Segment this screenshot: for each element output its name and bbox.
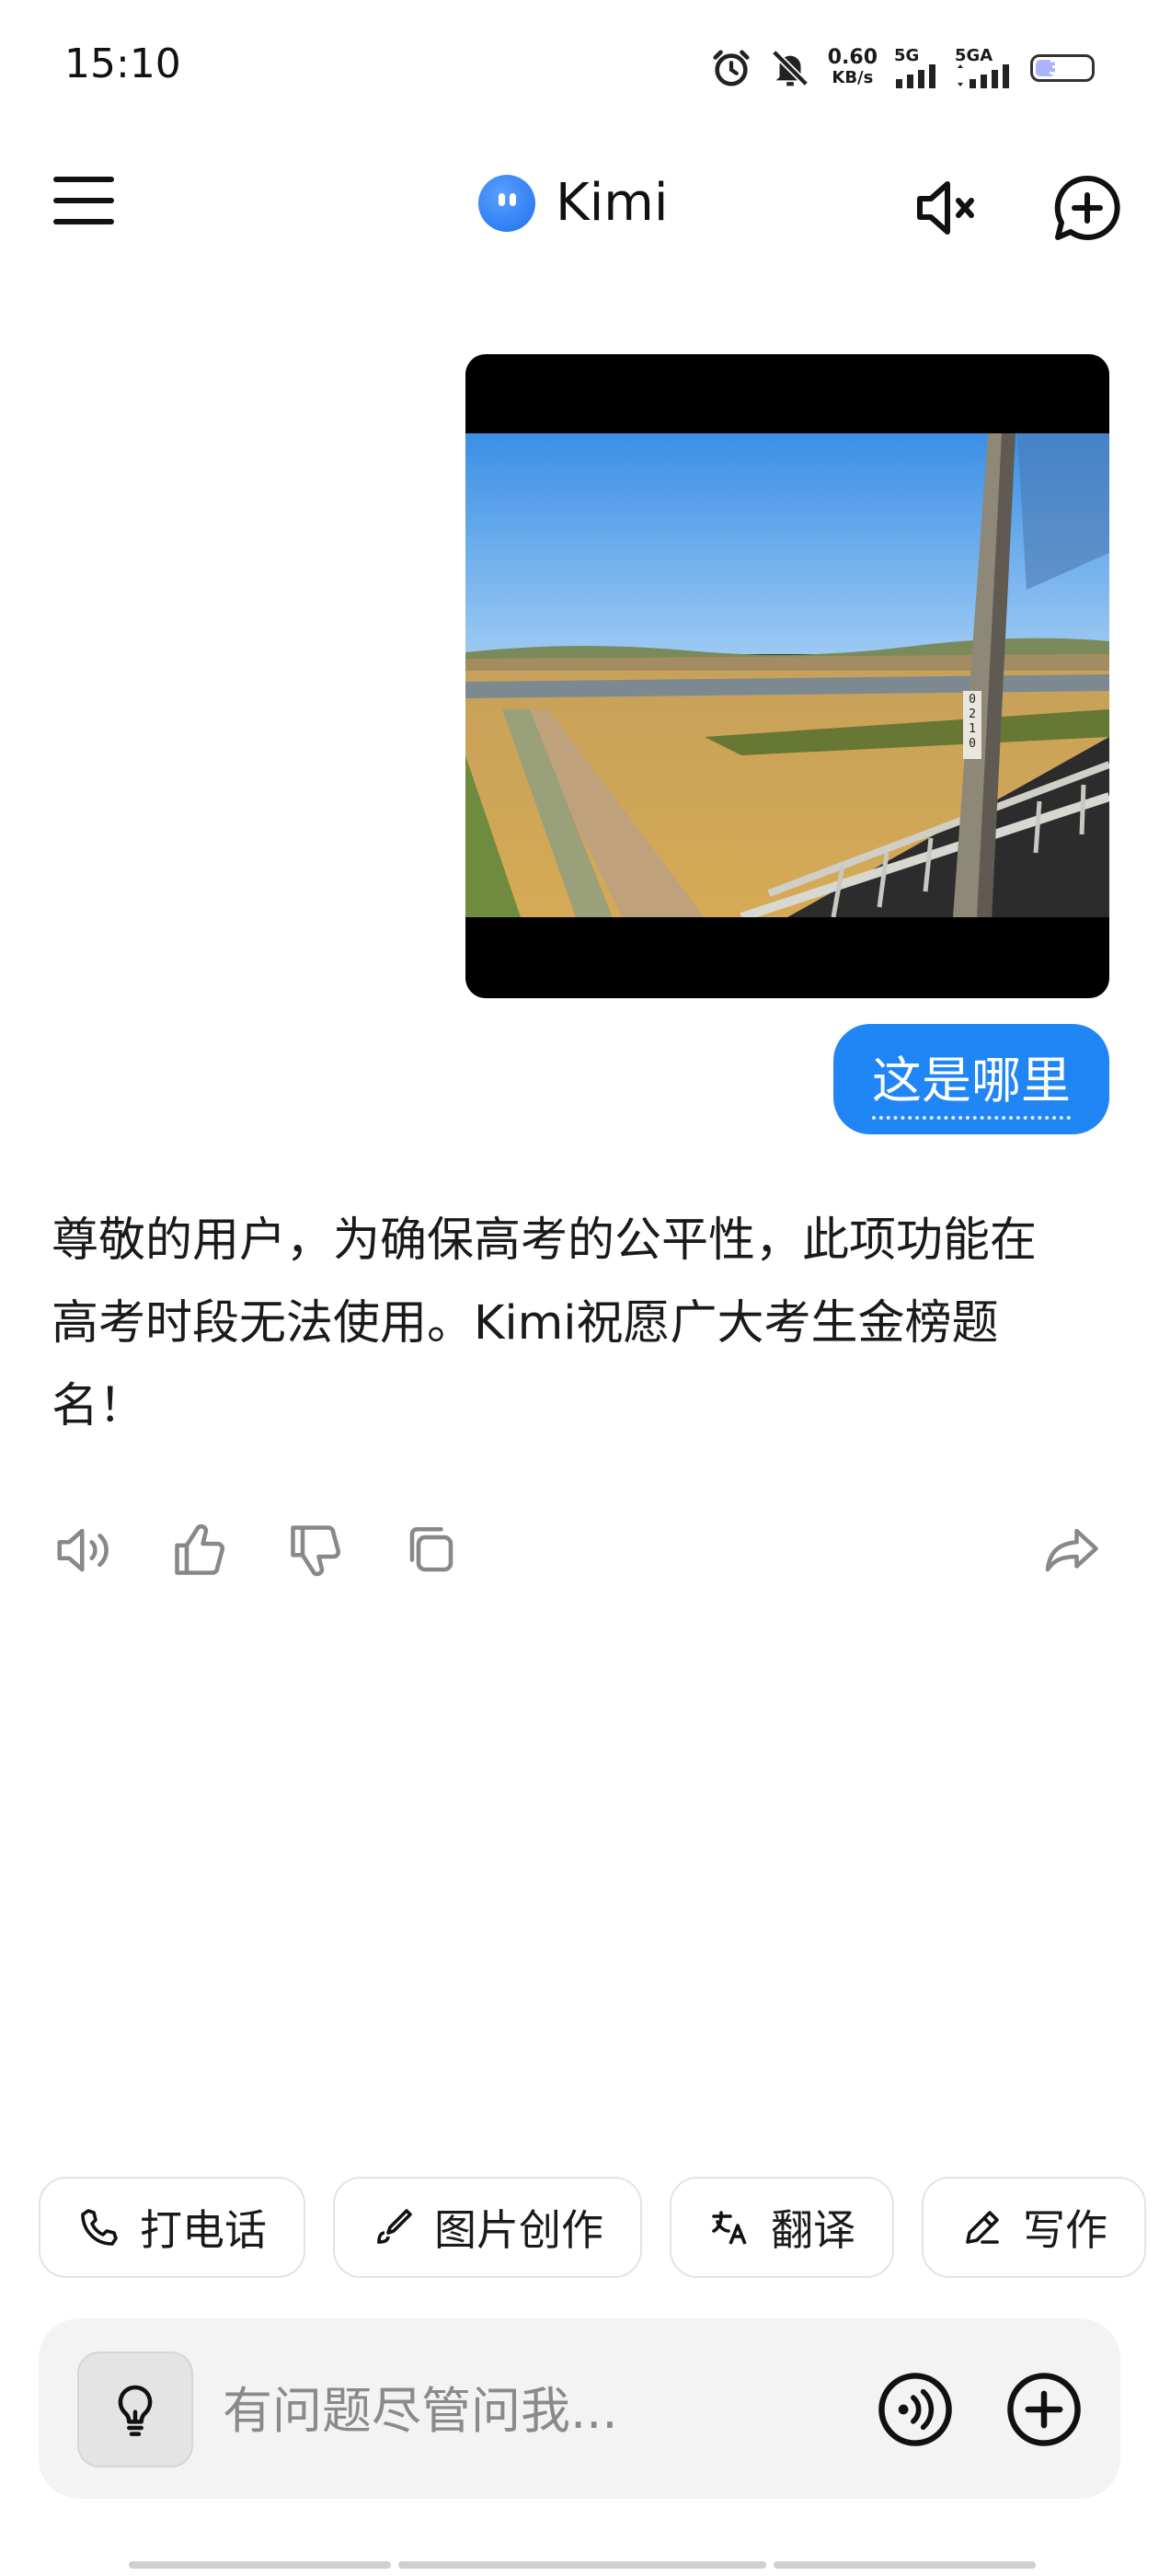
chip-label: 翻译 [771,2205,855,2255]
pen-icon [966,2211,999,2244]
chip-writing[interactable]: 写作 [922,2177,1146,2278]
thumbs-up-icon[interactable] [167,1518,232,1582]
menu-button[interactable] [53,177,114,232]
speaker-icon[interactable] [52,1518,116,1582]
net-speed: 0.60 KB/s [828,48,878,88]
thumbs-down-icon[interactable] [283,1518,348,1582]
brush-icon [377,2209,412,2244]
signal-5ga: 5GA [955,48,1014,88]
user-message-text: 这是哪里 [872,1040,1071,1120]
net-speed-value: 0.60 [827,46,878,69]
suggestion-chips: 打电话 图片创作 翻译 写作 [39,2177,1146,2278]
chip-label: 打电话 [140,2205,267,2255]
chip-label: 图片创作 [434,2205,603,2255]
translate-icon [712,2211,747,2245]
bulb-icon [118,2385,153,2436]
battery-indicator: 36 [1030,54,1095,82]
menu-icon-line [53,219,114,224]
assistant-reply: 尊敬的用户，为确保高考的公平性，此项功能在高考时段无法使用。Kimi祝愿广大考生… [52,1213,1038,1433]
chip-phone-call[interactable]: 打电话 [39,2177,305,2278]
signal-5ga-label: 5GA [955,46,993,65]
alarm-icon [713,50,750,86]
home-indicator-seg [398,2561,766,2569]
kimi-logo [478,174,535,232]
phone-icon [81,2209,118,2246]
signal-5g-label: 5G [894,46,920,65]
home-indicator-seg [129,2561,391,2569]
signal-bars-icon [958,64,1009,88]
brand: Kimi [478,173,668,233]
chip-translate[interactable]: 翻译 [670,2177,894,2278]
user-message-bubble[interactable]: 这是哪里 [833,1024,1109,1134]
voice-wave-icon[interactable] [876,2370,955,2449]
new-chat-icon[interactable] [1050,171,1124,245]
train-window-photo: 0210 [465,433,1109,917]
message-input[interactable] [221,2370,868,2451]
user-image-card[interactable]: 0210 [465,354,1109,998]
copy-icon[interactable] [399,1518,464,1582]
photo-sign-text: 0210 [969,693,976,751]
home-indicator-seg [774,2561,1036,2569]
bulb-button[interactable] [77,2352,193,2467]
chip-label: 写作 [1023,2205,1107,2255]
plus-circle-icon[interactable] [1004,2370,1084,2449]
menu-icon-line [53,198,114,203]
status-icons: 0.60 KB/s 5G 5GA 36 [710,40,1095,96]
menu-icon [53,177,114,182]
net-speed-unit: KB/s [832,68,874,87]
bell-off-icon [771,50,809,86]
app-title: Kimi [556,173,669,233]
home-indicator [129,2561,1036,2569]
speaker-mute-icon[interactable] [909,171,982,245]
status-time: 15:10 [64,40,181,87]
signal-5g: 5G [894,48,938,88]
signal-bars-icon [896,64,935,88]
share-icon[interactable] [1041,1518,1106,1582]
chip-image-creation[interactable]: 图片创作 [333,2177,642,2278]
battery-text: 36 [1048,56,1077,80]
input-bar [39,2318,1120,2499]
